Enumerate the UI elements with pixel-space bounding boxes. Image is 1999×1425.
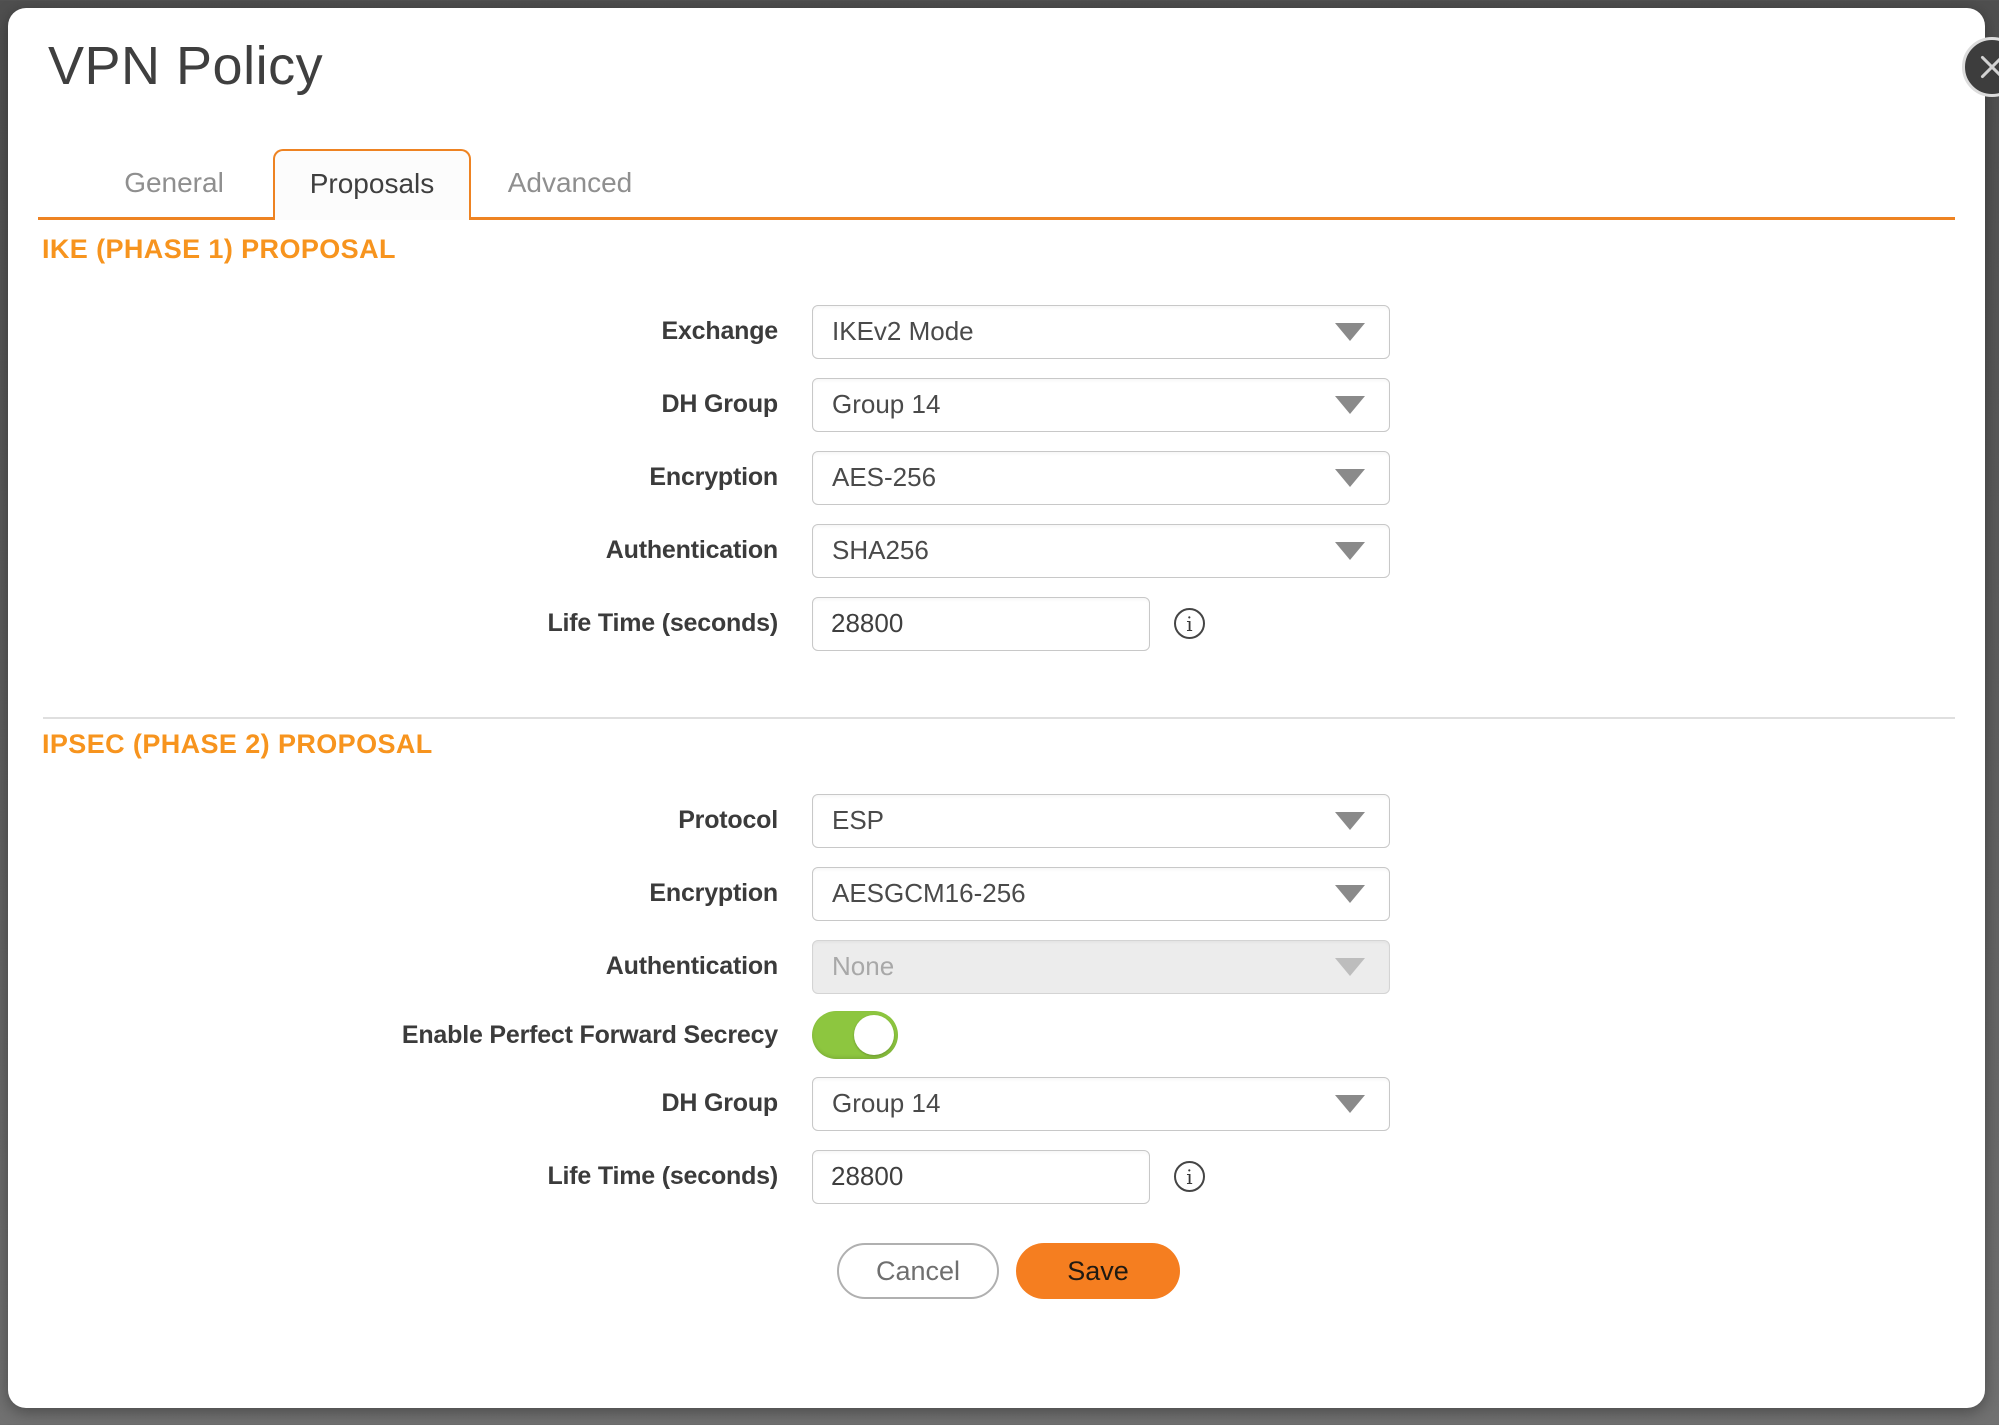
ipsec-encryption-value: AESGCM16-256 — [832, 878, 1026, 909]
screen: { "colors": { "accent_orange": "#EE8322"… — [0, 0, 1999, 1425]
form-row-ike-encryption: Encryption AES-256 — [8, 441, 1985, 514]
form-row-ipsec-encryption: Encryption AESGCM16-256 — [8, 857, 1985, 930]
form-row-ipsec-life-time: Life Time (seconds) — [8, 1140, 1985, 1213]
chevron-down-icon — [1335, 323, 1365, 341]
ike-dh-group-select[interactable]: Group 14 — [812, 378, 1390, 432]
ike-encryption-label: Encryption — [8, 463, 778, 492]
pfs-toggle[interactable] — [812, 1011, 898, 1059]
dialog-title: VPN Policy — [48, 34, 1985, 98]
protocol-value: ESP — [832, 805, 884, 836]
info-icon[interactable] — [1174, 608, 1205, 639]
ipsec-dh-group-select[interactable]: Group 14 — [812, 1077, 1390, 1131]
ike-authentication-value: SHA256 — [832, 535, 929, 566]
ipsec-life-time-input[interactable] — [812, 1150, 1150, 1204]
ike-encryption-select[interactable]: AES-256 — [812, 451, 1390, 505]
ipsec-authentication-label: Authentication — [8, 952, 778, 981]
ipsec-dh-group-value: Group 14 — [832, 1088, 940, 1119]
chevron-down-icon — [1335, 1095, 1365, 1113]
pfs-label: Enable Perfect Forward Secrecy — [8, 1021, 778, 1050]
form-row-ike-life-time: Life Time (seconds) — [8, 587, 1985, 660]
cancel-button[interactable]: Cancel — [837, 1243, 999, 1299]
save-button[interactable]: Save — [1016, 1243, 1180, 1299]
form-row-protocol: Protocol ESP — [8, 784, 1985, 857]
ipsec-dh-group-label: DH Group — [8, 1089, 778, 1118]
ike-life-time-input[interactable] — [812, 597, 1150, 651]
chevron-down-icon — [1335, 396, 1365, 414]
ipsec-life-time-label: Life Time (seconds) — [8, 1162, 778, 1191]
exchange-select[interactable]: IKEv2 Mode — [812, 305, 1390, 359]
form-row-exchange: Exchange IKEv2 Mode — [8, 295, 1985, 368]
tab-advanced[interactable]: Advanced — [471, 149, 669, 217]
ipsec-encryption-label: Encryption — [8, 879, 778, 908]
ike-life-time-label: Life Time (seconds) — [8, 609, 778, 638]
chevron-down-icon — [1335, 469, 1365, 487]
form-row-ike-dh-group: DH Group Group 14 — [8, 368, 1985, 441]
ipsec-authentication-value: None — [832, 951, 894, 982]
form-row-ipsec-authentication: Authentication None — [8, 930, 1985, 1003]
toggle-knob — [854, 1015, 894, 1055]
protocol-label: Protocol — [8, 806, 778, 835]
vpn-policy-dialog: VPN Policy General Proposals Advanced IK… — [8, 8, 1985, 1408]
chevron-down-icon — [1335, 812, 1365, 830]
ike-phase1-heading: IKE (PHASE 1) PROPOSAL — [42, 234, 1985, 264]
form-row-pfs: Enable Perfect Forward Secrecy — [8, 1003, 1985, 1067]
info-icon[interactable] — [1174, 1161, 1205, 1192]
chevron-down-icon — [1335, 958, 1365, 976]
tab-bar: General Proposals Advanced — [38, 149, 1955, 220]
ike-encryption-value: AES-256 — [832, 462, 936, 493]
ike-dh-group-value: Group 14 — [832, 389, 940, 420]
form-row-ipsec-dh-group: DH Group Group 14 — [8, 1067, 1985, 1140]
tab-proposals[interactable]: Proposals — [273, 149, 471, 217]
ipsec-encryption-select[interactable]: AESGCM16-256 — [812, 867, 1390, 921]
ike-dh-group-label: DH Group — [8, 390, 778, 419]
form-row-ike-authentication: Authentication SHA256 — [8, 514, 1985, 587]
ike-authentication-select[interactable]: SHA256 — [812, 524, 1390, 578]
exchange-value: IKEv2 Mode — [832, 316, 974, 347]
chevron-down-icon — [1335, 542, 1365, 560]
exchange-label: Exchange — [8, 317, 778, 346]
ike-authentication-label: Authentication — [8, 536, 778, 565]
ipsec-phase2-form: Protocol ESP Encryption AESGCM16-256 Aut… — [8, 784, 1985, 1213]
section-divider — [43, 717, 1955, 719]
protocol-select[interactable]: ESP — [812, 794, 1390, 848]
close-icon — [1977, 52, 1999, 82]
chevron-down-icon — [1335, 885, 1365, 903]
dialog-footer: Cancel Save — [837, 1243, 1985, 1299]
ipsec-phase2-heading: IPSEC (PHASE 2) PROPOSAL — [42, 729, 1985, 759]
ipsec-authentication-select: None — [812, 940, 1390, 994]
ike-phase1-form: Exchange IKEv2 Mode DH Group Group 14 En… — [8, 295, 1985, 660]
tab-general[interactable]: General — [75, 149, 273, 217]
